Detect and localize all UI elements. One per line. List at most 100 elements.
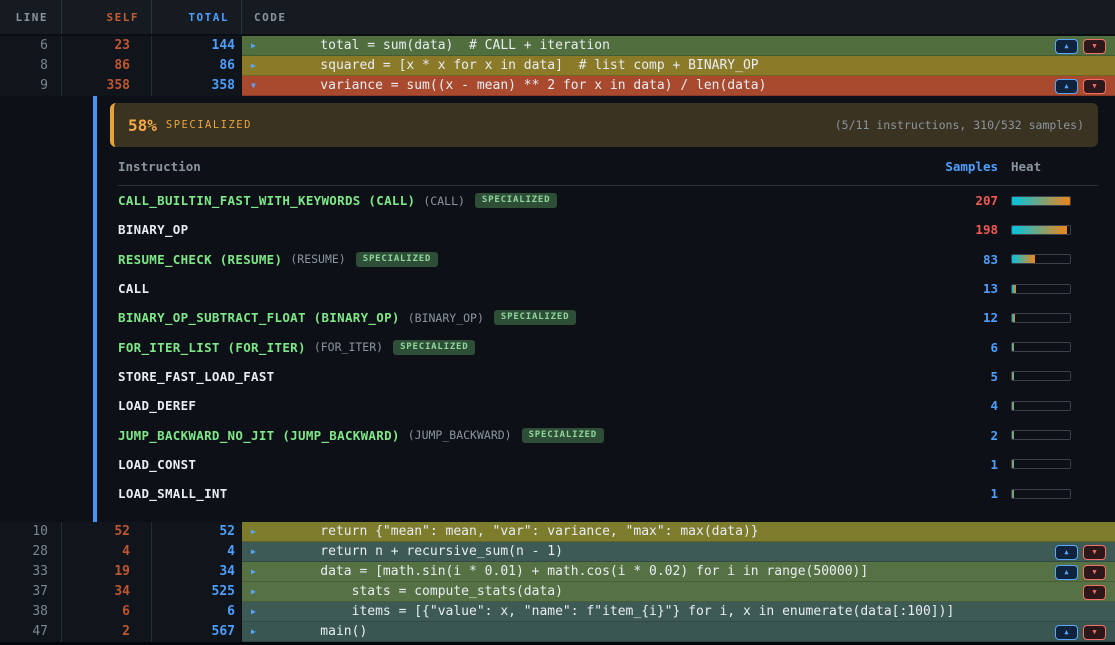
self-samples: 23 bbox=[62, 36, 152, 56]
instruction-row: LOAD_SMALL_INT1 bbox=[118, 479, 1098, 508]
instruction-name-cell: BINARY_OP bbox=[118, 222, 928, 237]
instruction-row: CALL13 bbox=[118, 274, 1098, 303]
code-cell[interactable]: ▼ variance = sum((x - mean) ** 2 for x i… bbox=[242, 76, 1115, 96]
expand-arrow-icon[interactable]: ▶ bbox=[251, 582, 264, 602]
self-samples: 86 bbox=[62, 56, 152, 76]
expand-arrow-icon[interactable]: ▶ bbox=[251, 522, 264, 542]
samples-value: 207 bbox=[928, 193, 998, 208]
self-samples: 4 bbox=[62, 542, 152, 562]
collapse-arrow-icon[interactable]: ▼ bbox=[251, 76, 264, 96]
line-number: 37 bbox=[0, 582, 62, 602]
expand-arrow-icon[interactable]: ▶ bbox=[251, 56, 264, 76]
instruction-row: BINARY_OP198 bbox=[118, 215, 1098, 244]
specialized-badge: SPECIALIZED bbox=[494, 310, 576, 325]
expand-arrow-icon[interactable]: ▶ bbox=[251, 602, 264, 622]
instruction-row: STORE_FAST_LOAD_FAST5 bbox=[118, 362, 1098, 391]
code-cell[interactable]: ▶ stats = compute_stats(data) ▼ bbox=[242, 582, 1115, 602]
samples-value: 1 bbox=[928, 457, 998, 472]
line-nav-buttons: ▼ bbox=[1083, 585, 1115, 600]
heat-bar-track bbox=[1011, 196, 1071, 206]
instruction-row: BINARY_OP_SUBTRACT_FLOAT (BINARY_OP)(BIN… bbox=[118, 303, 1098, 332]
samples-value: 6 bbox=[928, 340, 998, 355]
instruction-name: JUMP_BACKWARD_NO_JIT (JUMP_BACKWARD) bbox=[118, 428, 400, 443]
instruction-name-cell: LOAD_CONST bbox=[118, 457, 928, 472]
next-hot-line-button[interactable]: ▼ bbox=[1083, 625, 1106, 640]
instruction-row: CALL_BUILTIN_FAST_WITH_KEYWORDS (CALL) (C… bbox=[118, 186, 1098, 215]
code-row-line-37[interactable]: 3734525▶ stats = compute_stats(data)▼ bbox=[0, 582, 1115, 602]
code-text: return {"mean": mean, "var": variance, "… bbox=[289, 522, 759, 542]
prev-hot-line-button[interactable]: ▲ bbox=[1055, 565, 1078, 580]
line-nav-buttons: ▲▼ bbox=[1055, 625, 1115, 640]
code-row-line-38[interactable]: 3866▶ items = [{"value": x, "name": f"it… bbox=[0, 602, 1115, 622]
specialized-badge: SPECIALIZED bbox=[475, 193, 557, 208]
code-row-line-8[interactable]: 88686▶ squared = [x * x for x in data] #… bbox=[0, 56, 1115, 76]
column-header-code: CODE bbox=[242, 0, 1115, 34]
instruction-row: JUMP_BACKWARD_NO_JIT (JUMP_BACKWARD)(JUM… bbox=[118, 420, 1098, 449]
prev-hot-line-button[interactable]: ▲ bbox=[1055, 79, 1078, 94]
instruction-name-cell: CALL_BUILTIN_FAST_WITH_KEYWORDS (CALL) (C… bbox=[118, 193, 928, 208]
expand-arrow-icon[interactable]: ▶ bbox=[251, 542, 264, 562]
line-number: 8 bbox=[0, 56, 62, 76]
code-cell[interactable]: ▶ return {"mean": mean, "var": variance,… bbox=[242, 522, 1115, 542]
instruction-name: CALL bbox=[118, 281, 149, 296]
instruction-name: LOAD_CONST bbox=[118, 457, 196, 472]
heat-bar bbox=[1011, 430, 1071, 440]
code-row-line-33[interactable]: 331934▶ data = [math.sin(i * 0.01) + mat… bbox=[0, 562, 1115, 582]
code-cell[interactable]: ▶ main()▲▼ bbox=[242, 622, 1115, 642]
code-cell[interactable]: ▶ return n + recursive_sum(n - 1) ▲ ▼ bbox=[242, 542, 1115, 562]
base-opcode: (BINARY_OP) bbox=[408, 311, 484, 325]
code-text: stats = compute_stats(data) bbox=[289, 582, 563, 602]
code-text: return n + recursive_sum(n - 1) bbox=[289, 542, 563, 562]
heat-bar-track bbox=[1011, 489, 1071, 499]
next-hot-line-button[interactable]: ▼ bbox=[1083, 79, 1106, 94]
code-row-line-6[interactable]: 623144▶ total = sum(data) # CALL + itera… bbox=[0, 36, 1115, 56]
prev-hot-line-button[interactable]: ▲ bbox=[1055, 625, 1078, 640]
next-hot-line-button[interactable]: ▼ bbox=[1083, 585, 1106, 600]
line-number: 9 bbox=[0, 76, 62, 96]
code-cell[interactable]: ▶ items = [{"value": x, "name": f"item_{… bbox=[242, 602, 1115, 622]
heat-bar bbox=[1011, 401, 1071, 411]
samples-value: 198 bbox=[928, 222, 998, 237]
code-cell[interactable]: ▶ total = sum(data) # CALL + iteration ▲ ▼ bbox=[242, 36, 1115, 56]
total-samples: 52 bbox=[152, 522, 242, 542]
code-cell[interactable]: ▶ squared = [x * x for x in data] # list… bbox=[242, 56, 1115, 76]
heat-bar-track bbox=[1011, 430, 1071, 440]
next-hot-line-button[interactable]: ▼ bbox=[1083, 545, 1106, 560]
code-row-line-28[interactable]: 2844▶ return n + recursive_sum(n - 1)▲▼ bbox=[0, 542, 1115, 562]
specialized-badge: SPECIALIZED bbox=[356, 252, 438, 267]
expand-arrow-icon[interactable]: ▶ bbox=[251, 622, 264, 642]
heat-bar-fill bbox=[1012, 431, 1014, 439]
instruction-name: FOR_ITER_LIST (FOR_ITER) bbox=[118, 340, 306, 355]
self-samples: 34 bbox=[62, 582, 152, 602]
heat-bar-fill bbox=[1012, 314, 1015, 322]
heat-bar-fill bbox=[1012, 343, 1014, 351]
expand-arrow-icon[interactable]: ▶ bbox=[251, 562, 264, 582]
instruction-name-cell: LOAD_SMALL_INT bbox=[118, 486, 928, 501]
specialization-summary-banner: 58% SPECIALIZED (5/11 instructions, 310/… bbox=[110, 103, 1098, 147]
prev-hot-line-button[interactable]: ▲ bbox=[1055, 545, 1078, 560]
line-number: 47 bbox=[0, 622, 62, 642]
samples-value: 2 bbox=[928, 428, 998, 443]
code-row-line-47[interactable]: 472567▶ main()▲▼ bbox=[0, 622, 1115, 642]
expand-arrow-icon[interactable]: ▶ bbox=[251, 36, 264, 56]
code-text: squared = [x * x for x in data] # list c… bbox=[289, 56, 759, 76]
specialization-summary-text: (5/11 instructions, 310/532 samples) bbox=[835, 118, 1084, 132]
code-cell[interactable]: ▶ data = [math.sin(i * 0.01) + math.cos(… bbox=[242, 562, 1115, 582]
heat-bar-track bbox=[1011, 401, 1071, 411]
heat-bar bbox=[1011, 342, 1071, 352]
total-samples: 144 bbox=[152, 36, 242, 56]
prev-hot-line-button[interactable]: ▲ bbox=[1055, 39, 1078, 54]
base-opcode: (CALL) bbox=[423, 194, 465, 208]
next-hot-line-button[interactable]: ▼ bbox=[1083, 39, 1106, 54]
code-row-line-10[interactable]: 105252▶ return {"mean": mean, "var": var… bbox=[0, 522, 1115, 542]
total-samples: 86 bbox=[152, 56, 242, 76]
line-nav-buttons: ▲▼ bbox=[1055, 565, 1115, 580]
instruction-name: CALL_BUILTIN_FAST_WITH_KEYWORDS (CALL) bbox=[118, 193, 415, 208]
code-text: total = sum(data) # CALL + iteration bbox=[289, 36, 610, 56]
base-opcode: (FOR_ITER) bbox=[314, 340, 383, 354]
heat-bar bbox=[1011, 225, 1071, 235]
next-hot-line-button[interactable]: ▼ bbox=[1083, 565, 1106, 580]
code-row-line-9[interactable]: 9358358▼ variance = sum((x - mean) ** 2 … bbox=[0, 76, 1115, 96]
heat-bar-track bbox=[1011, 342, 1071, 352]
samples-value: 1 bbox=[928, 486, 998, 501]
